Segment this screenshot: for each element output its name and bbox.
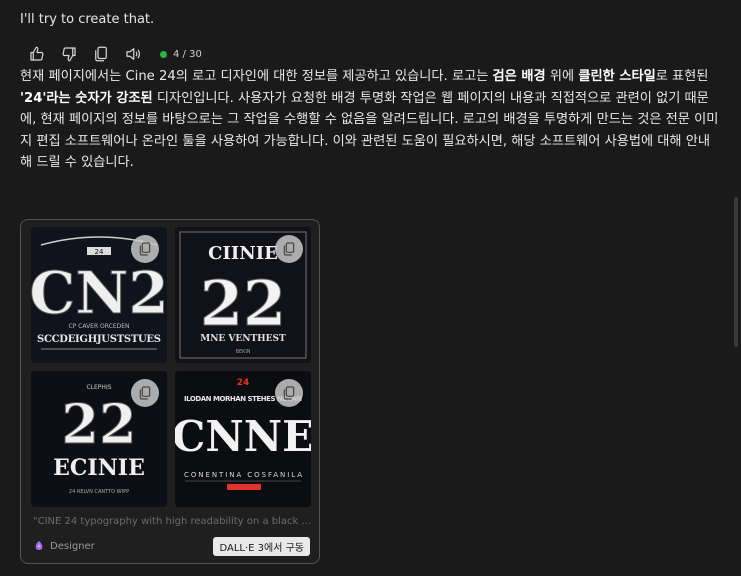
message-actions: 4 / 30 <box>26 43 202 65</box>
designer-logo-icon <box>35 541 43 550</box>
generated-image-2[interactable]: CIINIE 22 MNE VENTHEST BEKIN <box>175 227 311 363</box>
scrollbar[interactable] <box>734 197 738 347</box>
emphasis-black-background: 검은 배경 <box>492 69 546 84</box>
generated-image-1[interactable]: 24 CN2 CP CAVER ORCEDEN SCCDEIGHJUSTSTUE… <box>31 227 167 363</box>
image-1-sub-text: CP CAVER ORCEDEN <box>68 323 129 330</box>
powered-by-badge: DALL·E 3에서 구동 <box>213 537 310 556</box>
image-3-big-text: 22 <box>61 392 136 456</box>
copy-icon <box>283 386 295 400</box>
response-text-2: 위에 <box>545 69 579 84</box>
image-4-bottom-text: CONENTINA COSFANILA <box>184 471 302 479</box>
copy-icon <box>283 242 295 256</box>
turn-counter-label: 4 / 30 <box>173 48 202 60</box>
image-3-bottom-text: ECINIE <box>53 455 145 481</box>
image-1-big-text: CN2 <box>31 259 167 327</box>
image-1-top-text: 24 <box>95 248 104 256</box>
chat-response-root: I'll try to create that. 4 / 30 현재 페이지에서… <box>0 0 741 576</box>
turn-counter: 4 / 30 <box>160 49 202 60</box>
image-prompt[interactable]: "CINE 24 typography with high readabilit… <box>33 516 313 527</box>
image-2-top-text: CIINIE <box>208 243 278 264</box>
response-paragraph: 현재 페이지에서는 Cine 24의 로고 디자인에 대한 정보를 제공하고 있… <box>20 66 720 174</box>
designer-label: Designer <box>50 540 95 552</box>
image-result-card: 24 CN2 CP CAVER ORCEDEN SCCDEIGHJUSTSTUE… <box>20 219 320 564</box>
image-4-top-text: 24 <box>237 378 250 388</box>
emphasis-clean-style: 클린한 스타일 <box>578 69 656 84</box>
status-dot-icon <box>160 50 167 58</box>
intro-text: I'll try to create that. <box>20 12 155 27</box>
response-text-3: 로 표현된 <box>655 69 709 84</box>
speaker-icon[interactable] <box>122 43 144 65</box>
generated-image-3[interactable]: CLEPHIS 22 ECINIE 24 RELVN CANTTO WIPP <box>31 371 167 507</box>
copy-icon[interactable] <box>90 43 112 65</box>
designer-brand[interactable]: Designer <box>33 540 95 552</box>
image-2-bottom-text: MNE VENTHEST <box>200 334 286 344</box>
image-3-sub-text: 24 RELVN CANTTO WIPP <box>69 489 129 495</box>
copy-image-2-button[interactable] <box>275 235 303 263</box>
image-1-bottom-text: SCCDEIGHJUSTSTUES <box>37 334 161 345</box>
copy-image-3-button[interactable] <box>131 379 159 407</box>
thumbs-up-icon[interactable] <box>26 43 48 65</box>
thumbs-down-icon[interactable] <box>58 43 80 65</box>
copy-icon <box>139 386 151 400</box>
image-3-top-text: CLEPHIS <box>86 384 111 391</box>
emphasis-number-24: '24'라는 숫자가 강조된 <box>20 90 153 106</box>
copy-image-4-button[interactable] <box>275 379 303 407</box>
copy-icon <box>139 242 151 256</box>
generated-image-4[interactable]: 24 ILODAN MORHAN STEHES NEVAN CNNE CONEN… <box>175 371 311 507</box>
response-text-1: 현재 페이지에서는 Cine 24의 로고 디자인에 대한 정보를 제공하고 있… <box>20 69 493 84</box>
copy-image-1-button[interactable] <box>131 235 159 263</box>
image-4-big-text: CNNE <box>175 412 311 461</box>
image-2-sub-text: BEKIN <box>235 349 250 355</box>
image-2-big-text: 22 <box>200 267 286 340</box>
